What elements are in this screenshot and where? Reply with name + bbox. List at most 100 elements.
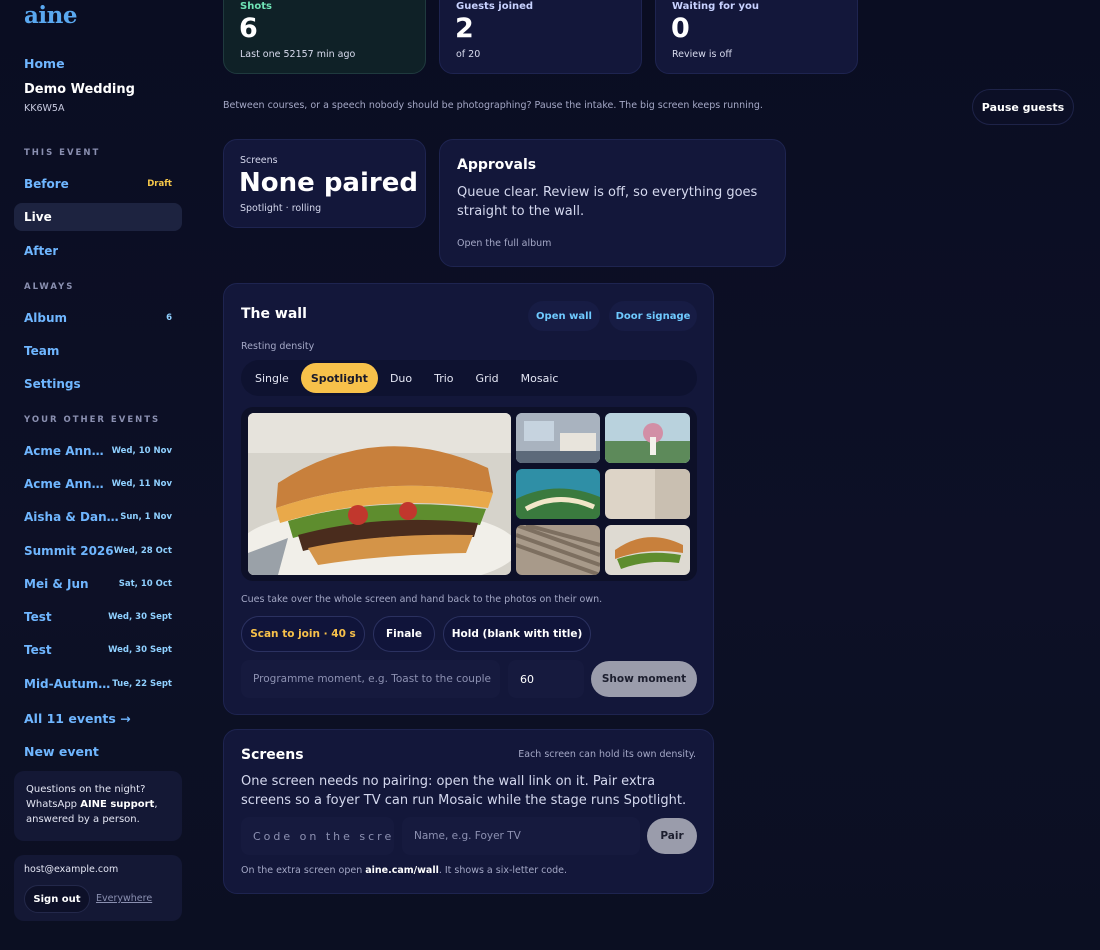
sidebar-item-other-event[interactable]: Mid-Autumn Festival Tue, 22 Sept [14,670,182,698]
room-photo-icon [516,413,600,463]
support-line: WhatsApp AINE support, [26,797,170,812]
stat-value: 2 [455,13,474,44]
blinds-photo-icon [516,525,600,575]
open-full-album-link[interactable]: Open the full album [457,238,551,249]
approvals-body: Queue clear. Review is off, so everythin… [457,185,758,219]
sidebar-item-other-event[interactable]: Acme Annual Dinner Wed, 10 Nov [14,437,182,465]
event-date: Wed, 11 Nov [111,479,172,489]
always-section-label: ALWAYS [24,282,75,292]
cue-hold-button[interactable]: Hold (blank with title) [443,616,591,652]
sidebar-item-label: After [24,244,59,258]
grid-photo [516,413,600,463]
support-line: answered by a person. [26,814,140,825]
sidebar-item-label: Test [24,643,52,657]
stat-value: 6 [239,13,258,44]
sidebar-item-label: Mei & Jun [24,577,89,591]
new-event-link[interactable]: New event [24,744,99,759]
sidebar-item-label: Aisha & Daniel [24,510,120,524]
home-link[interactable]: Home [24,56,65,71]
sidebar-item-before[interactable]: Before Draft [14,170,182,198]
density-option-spotlight[interactable]: Spotlight [300,363,378,393]
door-signage-button[interactable]: Door signage [609,301,697,331]
density-option-trio[interactable]: Trio [424,363,463,393]
grid-photo [516,525,600,575]
burger-photo-icon [248,413,511,575]
density-option-mosaic[interactable]: Mosaic [511,363,569,393]
beach-photo-icon [516,469,600,519]
grid-photo [605,469,690,519]
sidebar-item-other-event[interactable]: Test Wed, 30 Sept [14,603,182,631]
sidebar-item-album[interactable]: Album 6 [14,304,182,332]
sidebar-item-other-event[interactable]: Summit 2026 Wed, 28 Oct [14,537,182,565]
stat-label: Waiting for you [672,1,759,12]
screen-name-input[interactable]: Name, e.g. Foyer TV [402,817,640,855]
wedding-photo-icon [605,413,690,463]
pause-guests-button[interactable]: Pause guests [972,89,1074,125]
cue-finale-button[interactable]: Finale [373,616,435,652]
event-date: Wed, 28 Oct [113,546,172,556]
sidebar-item-after[interactable]: After [14,237,182,265]
moment-seconds-input[interactable]: 60 [508,660,584,698]
sidebar-item-label: Album [24,311,68,325]
screen-code-input[interactable]: Code on the scre [241,817,394,855]
sidebar-item-other-event[interactable]: Aisha & Daniel Sun, 1 Nov [14,503,182,531]
sidebar-item-other-event[interactable]: Acme Annual Dinner Wed, 11 Nov [14,470,182,498]
approvals-title: Approvals [457,157,537,173]
stat-card-guests: Guests joined 2 of 20 [439,0,642,74]
wall-card: The wall Open wall Door signage Resting … [223,283,714,715]
sign-out-everywhere-link[interactable]: Everywhere [96,893,152,904]
sidebar-item-label: Live [24,210,52,224]
density-label: Resting density [241,341,315,352]
stat-label: Guests joined [456,1,534,12]
support-text: WhatsApp [26,799,81,810]
screens-summary-card: Screens None paired Spotlight · rolling [223,139,426,228]
footer-text: On the extra screen open [241,865,366,876]
other-events-section-label: YOUR OTHER EVENTS [24,415,161,425]
account-box: host@example.com Sign out Everywhere [14,855,182,921]
sign-out-button[interactable]: Sign out [24,885,90,913]
album-count-badge: 6 [166,313,172,323]
stat-sub: Review is off [672,49,732,60]
sidebar-item-label: Before [24,177,69,191]
brand-logo[interactable]: aine [24,2,78,29]
approvals-card: Approvals Queue clear. Review is off, so… [439,139,786,267]
event-date: Wed, 30 Sept [108,612,172,622]
support-line: Questions on the night? [26,784,146,795]
support-link[interactable]: AINE support [80,799,154,810]
wall-title: The wall [241,306,307,322]
pair-button[interactable]: Pair [647,818,697,854]
programme-moment-input[interactable]: Programme moment, e.g. Toast to the coup… [241,660,500,698]
sidebar-item-other-event[interactable]: Mei & Jun Sat, 10 Oct [14,570,182,598]
sidebar-item-live[interactable]: Live [14,203,182,231]
support-text: , [154,799,158,810]
sidebar-item-label: Team [24,344,60,358]
screens-body: One screen needs no pairing: open the wa… [241,774,687,808]
density-selector: Single Spotlight Duo Trio Grid Mosaic [241,360,697,396]
wall-preview [241,407,697,581]
stat-sub: of 20 [456,49,481,60]
open-wall-button[interactable]: Open wall [528,301,600,331]
sidebar-item-other-event[interactable]: Test Wed, 30 Sept [14,636,182,664]
event-date: Tue, 22 Sept [112,679,172,689]
density-option-single[interactable]: Single [245,363,299,393]
grid-photo [516,469,600,519]
pause-hint: Between courses, or a speech nobody shou… [223,100,763,111]
sidebar-item-settings[interactable]: Settings [14,370,182,398]
show-moment-button[interactable]: Show moment [591,661,697,697]
cue-scan-to-join-button[interactable]: Scan to join · 40 s [241,616,365,652]
stat-card-waiting: Waiting for you 0 Review is off [655,0,858,74]
draft-badge: Draft [147,179,172,189]
stat-value: 0 [671,13,690,44]
spotlight-photo [248,413,511,575]
screens-summary-sub: Spotlight · rolling [240,203,322,214]
wall-photo-icon [605,469,690,519]
density-option-duo[interactable]: Duo [380,363,422,393]
sidebar-item-team[interactable]: Team [14,337,182,365]
account-email: host@example.com [24,864,119,875]
all-events-link[interactable]: All 11 events → [24,711,131,726]
density-option-grid[interactable]: Grid [466,363,509,393]
sidebar: aine Home Demo Wedding KK6W5A THIS EVENT… [0,0,196,950]
grid-photo [605,525,690,575]
screens-footer: On the extra screen open aine.cam/wall. … [241,865,567,876]
sidebar-item-label: Acme Annual Dinner [24,444,112,458]
